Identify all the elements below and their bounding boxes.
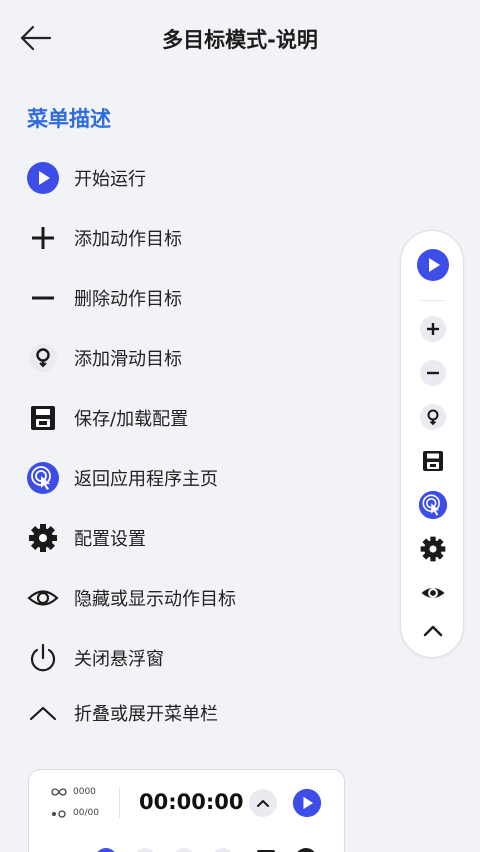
loop-count: 0000 <box>73 787 96 797</box>
minus-icon <box>420 360 446 386</box>
save-icon <box>423 451 443 471</box>
eye-icon <box>26 581 60 615</box>
play-circle-icon <box>26 161 60 195</box>
menu-item-start: 开始运行 <box>26 161 146 195</box>
menu-item-label: 返回应用程序主页 <box>74 469 218 490</box>
row-swipe-icon <box>212 848 234 852</box>
swipe-target-icon <box>420 404 446 430</box>
toolbar-add-button[interactable] <box>401 315 465 343</box>
menu-item-label: 关闭悬浮窗 <box>74 649 164 670</box>
menu-item-add-target: 添加动作目标 <box>26 221 182 255</box>
toolbar-divider <box>421 300 445 301</box>
play-circle-icon <box>417 249 449 281</box>
menu-item-label: 隐藏或显示动作目标 <box>74 589 236 610</box>
row-gear-icon <box>295 848 317 852</box>
menu-item-label: 删除动作目标 <box>74 289 182 310</box>
menu-item-label: 保存/加载配置 <box>74 409 189 430</box>
save-icon <box>26 401 60 435</box>
row-remove-icon <box>173 848 195 852</box>
toolbar-visibility-button[interactable] <box>401 579 465 607</box>
plus-icon <box>26 221 60 255</box>
menu-item-label: 添加动作目标 <box>74 229 182 250</box>
menu-item-label: 开始运行 <box>74 169 146 190</box>
header: 多目标模式-说明 <box>0 0 480 76</box>
menu-item-home: 返回应用程序主页 <box>26 461 218 495</box>
collapse-button[interactable] <box>249 789 277 817</box>
plus-icon <box>420 316 446 342</box>
home-tap-icon <box>418 490 448 520</box>
menu-item-save-load: 保存/加载配置 <box>26 401 188 435</box>
preview-card: 0000 00/00 00:00:00 <box>28 769 345 852</box>
menu-item-remove-target: 删除动作目标 <box>26 281 182 315</box>
toolbar-settings-button[interactable] <box>401 534 465 564</box>
floating-toolbar <box>400 230 464 658</box>
menu-item-settings: 配置设置 <box>26 521 146 555</box>
menu-item-toggle-visibility: 隐藏或显示动作目标 <box>26 581 236 615</box>
toolbar-collapse-button[interactable] <box>401 619 465 643</box>
toolbar-remove-button[interactable] <box>401 359 465 387</box>
target-progress: 00/00 <box>73 808 99 818</box>
menu-item-label: 折叠或展开菜单栏 <box>74 704 218 725</box>
target-progress-icon <box>52 810 66 818</box>
menu-item-close-float: 关闭悬浮窗 <box>26 641 164 675</box>
swipe-target-icon <box>26 341 60 375</box>
play-circle-icon <box>292 788 322 818</box>
home-tap-icon <box>26 461 60 495</box>
menu-item-collapse: 折叠或展开菜单栏 <box>26 696 218 730</box>
page-title: 多目标模式-说明 <box>162 28 318 52</box>
toolbar-swipe-button[interactable] <box>401 403 465 431</box>
chevron-up-icon <box>26 696 60 730</box>
power-icon <box>26 641 60 675</box>
play-button[interactable] <box>292 788 322 818</box>
toolbar-save-button[interactable] <box>401 447 465 475</box>
gear-icon <box>26 521 60 555</box>
gear-icon <box>420 536 446 562</box>
section-title: 菜单描述 <box>27 107 111 131</box>
chevron-up-icon <box>257 800 269 807</box>
toolbar-play-button[interactable] <box>401 248 465 282</box>
toolbar-home-button[interactable] <box>401 490 465 520</box>
chevron-up-icon <box>423 625 443 637</box>
menu-item-label: 添加滑动目标 <box>74 349 182 370</box>
minus-icon <box>26 281 60 315</box>
eye-icon <box>421 588 445 598</box>
divider <box>119 788 120 818</box>
menu-item-add-swipe: 添加滑动目标 <box>26 341 182 375</box>
row-play-icon <box>95 848 117 852</box>
loop-icon <box>51 788 67 796</box>
timer: 00:00:00 <box>139 790 244 814</box>
menu-item-label: 配置设置 <box>74 529 146 550</box>
row-add-icon <box>134 848 156 852</box>
